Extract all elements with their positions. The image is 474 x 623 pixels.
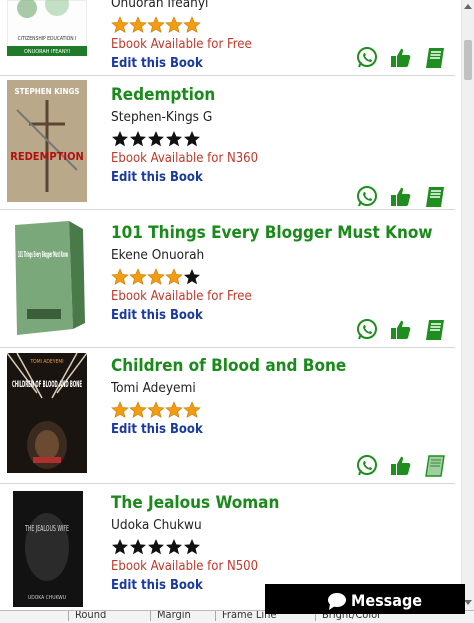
star-icon xyxy=(112,539,128,555)
chat-bubble-icon xyxy=(328,593,346,610)
star-icon xyxy=(165,401,183,418)
vertical-scrollbar[interactable] xyxy=(461,0,474,610)
book-actions xyxy=(355,185,455,209)
book-actions xyxy=(355,454,455,478)
book-cover[interactable]: CITIZENSHIP EDUCATION I ONUORAH IFEANYI xyxy=(7,0,87,56)
star-icon xyxy=(147,16,165,33)
star-icon xyxy=(130,539,146,555)
cover-title: THE JEALOUS WIFE xyxy=(24,524,69,533)
star-icon xyxy=(112,131,128,147)
star-icon xyxy=(147,268,165,285)
book-author: Onuorah Ifeanyi xyxy=(111,0,209,11)
book-item: CITIZENSHIP EDUCATION I ONUORAH IFEANYI … xyxy=(0,0,455,76)
book-item: TOMI ADEYEMI CHILDREN OF BLOOD AND BONE … xyxy=(0,347,455,484)
star-icon xyxy=(111,16,129,33)
rating-stars xyxy=(111,16,252,34)
rating-stars xyxy=(111,401,346,419)
cover-author: STEPHEN KINGS xyxy=(14,87,79,96)
read-book-icon[interactable] xyxy=(423,318,447,342)
toolbar-item-round[interactable]: Round xyxy=(68,611,106,621)
thumbs-up-icon[interactable] xyxy=(389,46,413,70)
book-cover-art: STEPHEN KINGS REDEMPTION xyxy=(7,80,87,202)
star-icon xyxy=(183,401,201,418)
book-item: 101 Things Every Blogger Must Know 101 T… xyxy=(0,209,455,348)
book-item: STEPHEN KINGS REDEMPTION Redemption Step… xyxy=(0,75,455,210)
star-icon xyxy=(148,131,164,147)
star-icon xyxy=(184,131,200,147)
cover-title: CHILDREN OF BLOOD AND BONE xyxy=(12,380,82,390)
star-icon xyxy=(184,269,200,285)
edit-book-link[interactable]: Edit this Book xyxy=(111,55,252,73)
whatsapp-share-icon[interactable] xyxy=(355,454,379,478)
cover-author: ONUORAH IFEANYI xyxy=(24,49,70,55)
whatsapp-share-icon[interactable] xyxy=(355,318,379,342)
edit-book-link[interactable]: Edit this Book xyxy=(111,577,279,595)
availability-text: Ebook Available for N360 xyxy=(111,151,259,166)
message-button[interactable]: Message xyxy=(265,584,465,614)
rating-stars xyxy=(111,268,432,286)
cover-title: CITIZENSHIP EDUCATION I xyxy=(18,36,77,42)
star-icon xyxy=(166,131,182,147)
cover-author: TOMI ADEYEMI xyxy=(29,359,63,365)
scroll-down-arrow-icon[interactable] xyxy=(464,600,472,605)
book-cover-art: THE JEALOUS WIFE UDOKA CHUKWU xyxy=(13,491,83,607)
book-cover-art: 101 Things Every Blogger Must Know xyxy=(7,217,87,339)
star-icon xyxy=(130,131,146,147)
edit-book-link[interactable]: Edit this Book xyxy=(111,169,258,187)
book-author: Stephen-Kings G xyxy=(111,109,213,125)
book-title[interactable]: 101 Things Every Blogger Must Know xyxy=(111,223,432,243)
star-icon xyxy=(111,401,129,418)
book-actions xyxy=(355,318,455,342)
book-cover[interactable]: THE JEALOUS WIFE UDOKA CHUKWU xyxy=(7,491,87,607)
edit-book-link[interactable]: Edit this Book xyxy=(111,421,346,439)
availability-text: Ebook Available for Free xyxy=(111,37,252,52)
book-title[interactable]: The Jealous Woman xyxy=(111,493,279,513)
rating-stars xyxy=(111,130,258,148)
book-cover-art: CITIZENSHIP EDUCATION I ONUORAH IFEANYI xyxy=(7,0,87,56)
message-button-label: Message xyxy=(351,591,423,610)
book-title[interactable]: Redemption xyxy=(111,85,258,105)
scroll-up-arrow-icon[interactable] xyxy=(464,4,472,9)
book-cover[interactable]: 101 Things Every Blogger Must Know xyxy=(7,217,87,339)
star-icon xyxy=(184,539,200,555)
book-cover[interactable]: STEPHEN KINGS REDEMPTION xyxy=(7,80,87,202)
cover-title: 101 Things Every Blogger Must Know xyxy=(18,250,68,259)
book-title[interactable]: Children of Blood and Bone xyxy=(111,356,346,376)
cover-author: UDOKA CHUKWU xyxy=(28,595,66,601)
book-author: Udoka Chukwu xyxy=(111,517,202,533)
availability-text: Ebook Available for N500 xyxy=(111,559,259,574)
thumbs-up-icon[interactable] xyxy=(389,185,413,209)
star-icon xyxy=(165,16,183,33)
star-icon xyxy=(165,268,183,285)
star-icon xyxy=(166,539,182,555)
book-actions xyxy=(355,46,455,70)
whatsapp-share-icon[interactable] xyxy=(355,185,379,209)
star-icon xyxy=(129,401,147,418)
cover-title: REDEMPTION xyxy=(10,150,84,163)
star-icon xyxy=(147,401,165,418)
book-cover[interactable]: TOMI ADEYEMI CHILDREN OF BLOOD AND BONE xyxy=(7,353,87,473)
read-book-icon[interactable] xyxy=(423,454,447,478)
star-icon xyxy=(129,16,147,33)
rating-stars xyxy=(111,538,279,556)
thumbs-up-icon[interactable] xyxy=(389,454,413,478)
star-icon xyxy=(129,268,147,285)
whatsapp-share-icon[interactable] xyxy=(355,46,379,70)
book-author: Tomi Adeyemi xyxy=(111,380,196,396)
star-icon xyxy=(111,268,129,285)
star-icon xyxy=(148,539,164,555)
read-book-icon[interactable] xyxy=(423,46,447,70)
availability-text: Ebook Available for Free xyxy=(111,289,252,304)
read-book-icon[interactable] xyxy=(423,185,447,209)
thumbs-up-icon[interactable] xyxy=(389,318,413,342)
book-cover-art: TOMI ADEYEMI CHILDREN OF BLOOD AND BONE xyxy=(7,353,87,473)
book-author: Ekene Onuorah xyxy=(111,247,205,263)
star-icon xyxy=(183,16,201,33)
scrollbar-thumb[interactable] xyxy=(464,40,472,80)
toolbar-item-margin[interactable]: Margin xyxy=(150,611,191,621)
